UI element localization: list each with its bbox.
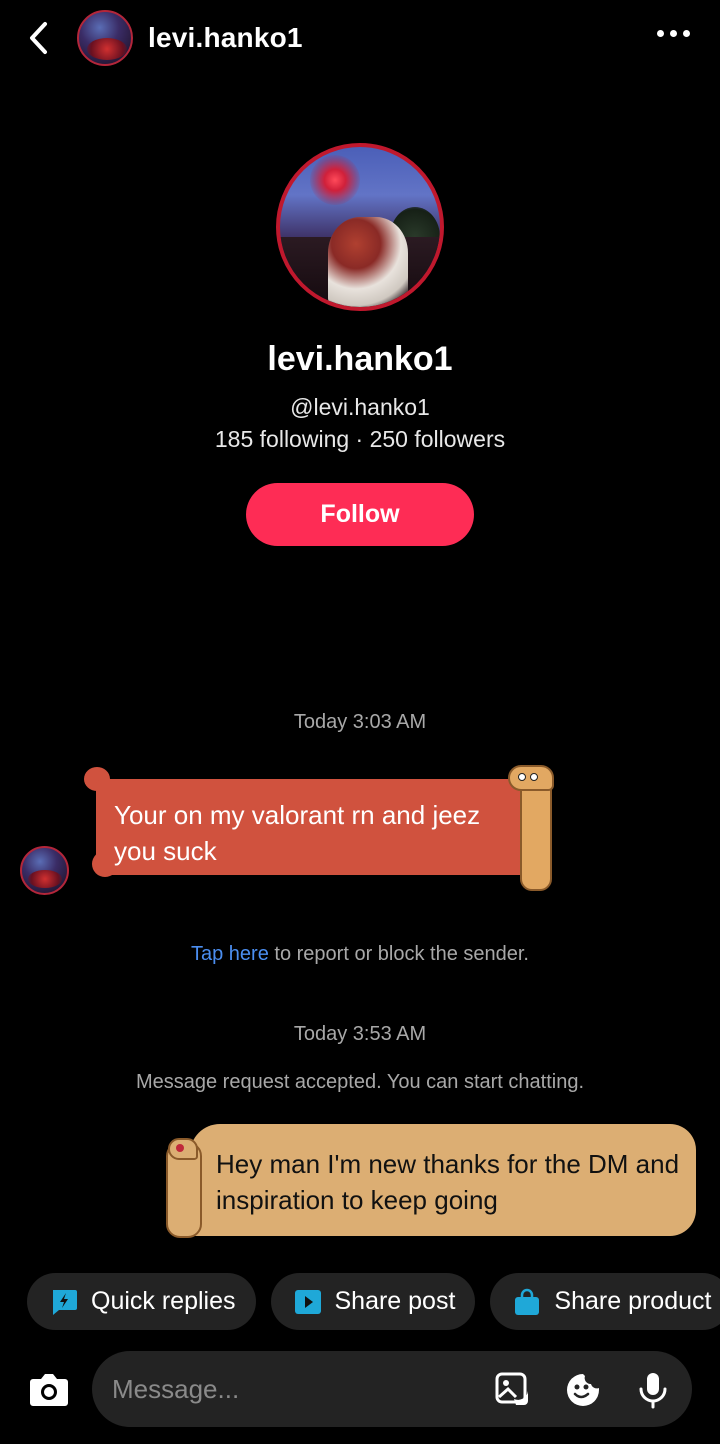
profile-handle: @levi.hanko1 bbox=[290, 394, 430, 420]
outgoing-message-bubble[interactable]: Hey man I'm new thanks for the DM and in… bbox=[164, 1122, 700, 1240]
dog-eye-icon bbox=[530, 773, 538, 781]
sticker-button[interactable] bbox=[564, 1371, 602, 1409]
avatar-photo-figures bbox=[328, 217, 408, 307]
play-square-icon bbox=[293, 1287, 323, 1317]
report-notice: Tap here to report or block the sender. bbox=[0, 943, 720, 966]
report-link[interactable]: Tap here bbox=[191, 943, 269, 965]
chevron-left-icon bbox=[30, 22, 47, 54]
back-button[interactable] bbox=[22, 20, 54, 56]
dog-nose-icon bbox=[176, 1144, 184, 1152]
outgoing-message-text: Hey man I'm new thanks for the DM and in… bbox=[216, 1149, 680, 1215]
report-notice-text: to report or block the sender. bbox=[268, 943, 529, 965]
microphone-icon bbox=[639, 1373, 667, 1409]
header-username[interactable]: levi.hanko1 bbox=[148, 22, 303, 54]
share-product-chip[interactable]: Share product bbox=[490, 1273, 720, 1330]
profile-name: levi.hanko1 bbox=[267, 340, 453, 378]
message-composer bbox=[92, 1351, 692, 1427]
header-avatar[interactable] bbox=[77, 10, 133, 66]
chip-label: Quick replies bbox=[91, 1287, 236, 1315]
dog-sticker-head bbox=[168, 1138, 198, 1160]
avatar-photo-firework bbox=[310, 155, 360, 205]
camera-icon bbox=[30, 1374, 68, 1406]
more-dot-icon bbox=[657, 30, 664, 37]
more-options-button[interactable] bbox=[657, 30, 690, 37]
dog-eye-icon bbox=[518, 773, 526, 781]
camera-button[interactable] bbox=[26, 1366, 72, 1412]
chip-label: Share product bbox=[554, 1287, 712, 1315]
image-sticker-icon bbox=[495, 1372, 528, 1405]
quick-replies-chip[interactable]: Quick replies bbox=[27, 1273, 256, 1330]
incoming-message-bubble[interactable]: Your on my valorant rn and jeez you suck bbox=[84, 765, 560, 895]
lightning-bubble-icon bbox=[49, 1287, 79, 1317]
share-post-chip[interactable]: Share post bbox=[270, 1273, 476, 1330]
timestamp: Today 3:53 AM bbox=[293, 1023, 427, 1045]
quick-actions-row: Quick replies Share post Share product bbox=[27, 1273, 720, 1330]
dog-sticker-head bbox=[508, 765, 554, 791]
request-accepted-notice: Message request accepted. You can start … bbox=[135, 1071, 585, 1093]
incoming-message-text: Your on my valorant rn and jeez you suck bbox=[114, 800, 481, 866]
message-input[interactable] bbox=[112, 1371, 472, 1407]
profile-avatar[interactable] bbox=[276, 143, 444, 311]
sender-avatar[interactable] bbox=[20, 846, 69, 895]
timestamp: Today 3:03 AM bbox=[293, 711, 427, 733]
more-dot-icon bbox=[670, 30, 677, 37]
follow-button[interactable]: Follow bbox=[246, 483, 474, 546]
more-dot-icon bbox=[683, 30, 690, 37]
shopping-bag-icon bbox=[512, 1287, 542, 1317]
gallery-button[interactable] bbox=[494, 1371, 532, 1409]
profile-stats: 185 following · 250 followers bbox=[214, 426, 506, 452]
chat-header: levi.hanko1 bbox=[0, 0, 720, 78]
chip-label: Share post bbox=[334, 1287, 456, 1315]
voice-button[interactable] bbox=[634, 1371, 672, 1409]
sticker-face-icon bbox=[567, 1374, 599, 1406]
